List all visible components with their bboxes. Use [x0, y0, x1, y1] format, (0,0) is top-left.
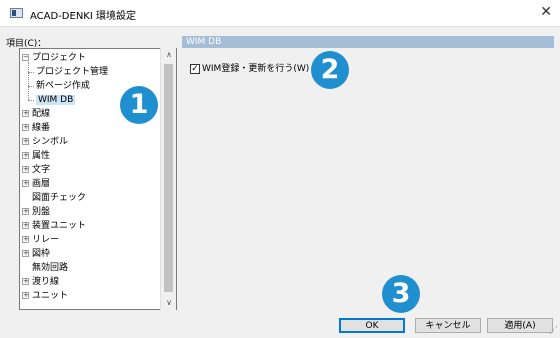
expand-icon[interactable]: + — [22, 222, 29, 229]
collapse-icon[interactable]: − — [22, 54, 29, 61]
tree-item-symbol[interactable]: + シンボル — [22, 135, 68, 149]
wim-register-checkbox[interactable]: ✓ — [190, 63, 200, 74]
tree-item-text[interactable]: + 文字 — [22, 163, 50, 177]
expand-icon[interactable]: + — [22, 180, 29, 187]
expand-icon[interactable]: + — [22, 166, 29, 173]
tree-item-relay[interactable]: + リレー — [22, 233, 59, 247]
tree-item-drawing-check[interactable]: 図面チェック — [32, 191, 86, 205]
tree-item-disabled-circuit[interactable]: 無効回路 — [32, 261, 68, 275]
tree-scrollbar[interactable]: ∧ ∨ — [160, 48, 176, 310]
tree-item-label: 図面チェック — [32, 193, 87, 203]
tree-connector — [28, 72, 34, 73]
expand-icon[interactable]: + — [22, 138, 29, 145]
tree-item-label: ユニット — [32, 291, 69, 301]
expand-icon[interactable]: + — [22, 278, 29, 285]
tree-item-wire-number[interactable]: + 線番 — [22, 121, 50, 135]
wim-register-label: WIM登録・更新を行う(W) — [202, 64, 310, 74]
wim-register-option[interactable]: ✓ WIM登録・更新を行う(W) — [190, 63, 309, 75]
close-icon[interactable]: ✕ — [540, 4, 552, 20]
tree-connector — [28, 62, 29, 100]
tree-item-label: 装置ユニット — [32, 221, 87, 231]
expand-icon[interactable]: + — [22, 152, 29, 159]
tree-item-project-management[interactable]: プロジェクト管理 — [36, 65, 108, 79]
tree-item-label: 配線 — [32, 109, 51, 119]
tree-item-label: 画層 — [32, 179, 51, 189]
tree-item-wiring[interactable]: + 配線 — [22, 107, 50, 121]
ok-button[interactable]: OK — [339, 318, 405, 333]
resize-grip-icon[interactable]: ⋰ — [549, 326, 558, 336]
tree-connector — [28, 100, 34, 101]
tree-item-project[interactable]: − プロジェクト — [22, 51, 86, 65]
tree-item-label: プロジェクト — [32, 53, 87, 63]
scroll-thumb[interactable] — [164, 64, 173, 292]
tree-item-label: 文字 — [32, 165, 51, 175]
tree-item-layer[interactable]: + 画層 — [22, 177, 50, 191]
tree-item-unit[interactable]: + ユニット — [22, 289, 68, 303]
settings-tree[interactable]: − プロジェクト プロジェクト管理 新ページ作成 WIM DB + 配線 + 線番 +… — [19, 48, 177, 310]
tree-connector — [28, 86, 34, 87]
step-badge-1: 1 — [120, 86, 158, 124]
expand-icon[interactable]: + — [22, 292, 29, 299]
step-badge-3: 3 — [382, 275, 420, 313]
cancel-button[interactable]: キャンセル — [415, 318, 481, 333]
tree-item-label: プロジェクト管理 — [36, 67, 109, 77]
tree-item-label: 渡り線 — [32, 277, 60, 287]
tree-item-frame[interactable]: + 図枠 — [22, 247, 50, 261]
tree-item-device-unit[interactable]: + 装置ユニット — [22, 219, 86, 233]
expand-icon[interactable]: + — [22, 250, 29, 257]
tree-item-jumper-wire[interactable]: + 渡り線 — [22, 275, 59, 289]
tree-item-label: 属性 — [32, 151, 51, 161]
tree-item-label: 図枠 — [32, 249, 51, 259]
tree-item-new-page[interactable]: 新ページ作成 — [36, 79, 90, 93]
panel-header: WIM DB — [182, 36, 554, 48]
scroll-down-icon[interactable]: ∨ — [161, 296, 177, 310]
tree-item-label: 別盤 — [32, 207, 51, 217]
apply-button[interactable]: 適用(A) — [487, 318, 553, 333]
expand-icon[interactable]: + — [22, 124, 29, 131]
app-icon — [10, 8, 23, 18]
step-badge-2: 2 — [311, 51, 349, 89]
tree-item-label: WIM DB — [36, 95, 76, 105]
tree-item-label: リレー — [32, 235, 60, 245]
tree-item-separate-panel[interactable]: + 別盤 — [22, 205, 50, 219]
tree-item-label: 無効回路 — [32, 263, 69, 273]
tree-item-label: 線番 — [32, 123, 51, 133]
scroll-up-icon[interactable]: ∧ — [161, 48, 177, 62]
tree-item-attribute[interactable]: + 属性 — [22, 149, 50, 163]
expand-icon[interactable]: + — [22, 110, 29, 117]
tree-item-label: 新ページ作成 — [36, 81, 90, 91]
expand-icon[interactable]: + — [22, 208, 29, 215]
title-bar: ACAD-DENKI 環境設定 ✕ — [0, 0, 560, 27]
tree-item-wim-db[interactable]: WIM DB — [36, 93, 76, 107]
expand-icon[interactable]: + — [22, 236, 29, 243]
window-title: ACAD-DENKI 環境設定 — [30, 11, 136, 22]
tree-item-label: シンボル — [32, 137, 69, 147]
